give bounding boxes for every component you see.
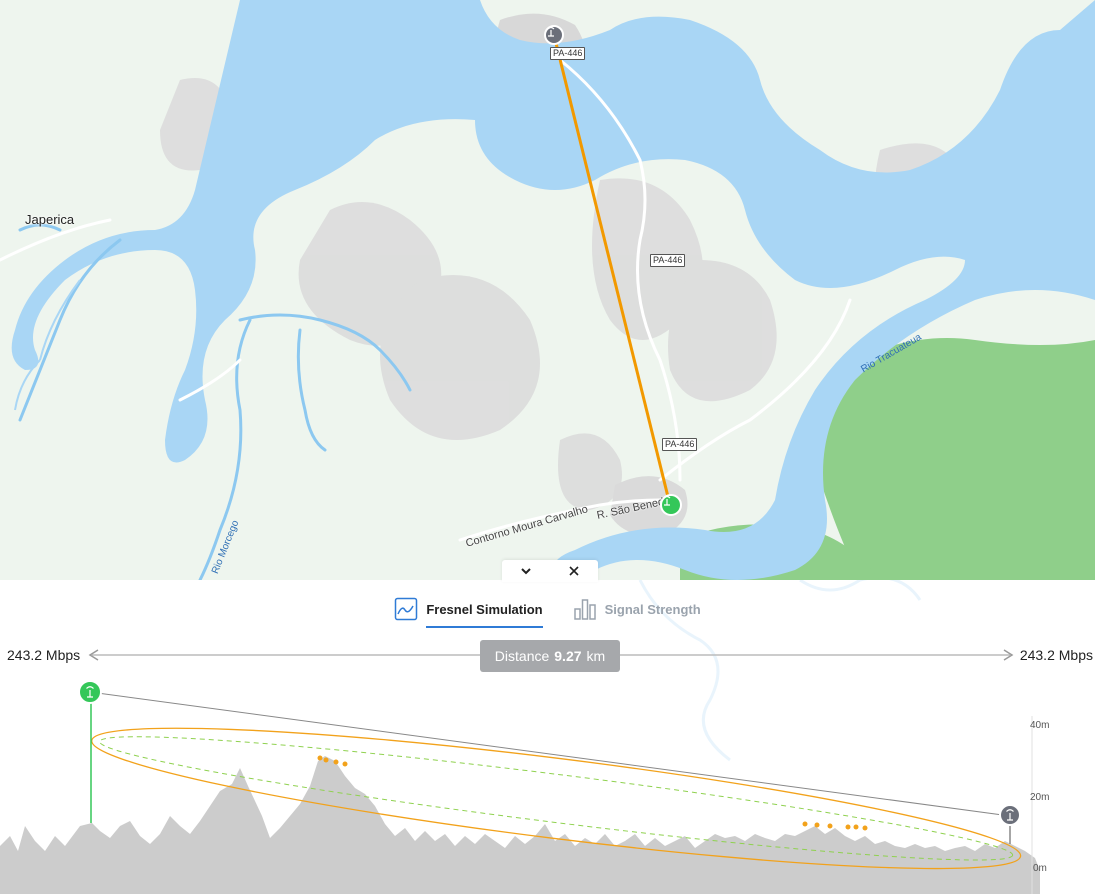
y-axis-label: 0m — [1033, 863, 1047, 874]
road-shield: PA-446 — [650, 254, 686, 267]
y-axis-label: 20m — [1030, 792, 1049, 803]
road-shield: PA-446 — [662, 438, 698, 451]
access-point-antenna-icon[interactable] — [999, 804, 1021, 826]
road-shield: PA-446 — [550, 47, 586, 60]
tab-label: Signal Strength — [604, 601, 701, 617]
terrain-profile — [0, 756, 1040, 894]
tab-signal-strength[interactable]: Signal Strength — [573, 590, 701, 628]
tab-fresnel-simulation[interactable]: Fresnel Simulation — [394, 590, 543, 628]
bar-chart-icon — [573, 597, 597, 621]
y-axis-label: 40m — [1030, 720, 1049, 731]
close-icon[interactable] — [562, 561, 586, 581]
antenna-icon — [547, 27, 555, 37]
distance-badge: Distance 9.27 km — [480, 640, 620, 672]
fresnel-profile: 40m 20m 0m — [0, 680, 1049, 894]
distance-unit: km — [586, 648, 606, 664]
map-canvas — [0, 0, 1095, 580]
map-view[interactable]: Japerica PA-446 PA-446 PA-446 Contorno M… — [0, 0, 1095, 580]
place-label: Japerica — [25, 212, 75, 227]
access-point-marker[interactable] — [544, 25, 564, 45]
antenna-icon — [663, 496, 671, 506]
chevron-down-icon[interactable] — [514, 561, 538, 581]
station-marker[interactable] — [660, 494, 682, 516]
link-analysis-panel: Fresnel Simulation Signal Strength 243.2… — [0, 580, 1095, 894]
panel-controls — [502, 560, 598, 582]
obstruction-points — [317, 755, 868, 831]
station-antenna-icon[interactable] — [78, 680, 102, 704]
fresnel-chart-icon — [394, 597, 418, 621]
distance-value: 9.27 — [554, 648, 582, 664]
distance-label: Distance — [494, 648, 550, 664]
tab-bar: Fresnel Simulation Signal Strength — [0, 590, 1095, 628]
link-summary: 243.2 Mbps Distance 9.27 km 243.2 Mbps — [0, 640, 1095, 672]
right-throughput: 243.2 Mbps — [1019, 647, 1093, 663]
tab-label: Fresnel Simulation — [426, 601, 543, 617]
